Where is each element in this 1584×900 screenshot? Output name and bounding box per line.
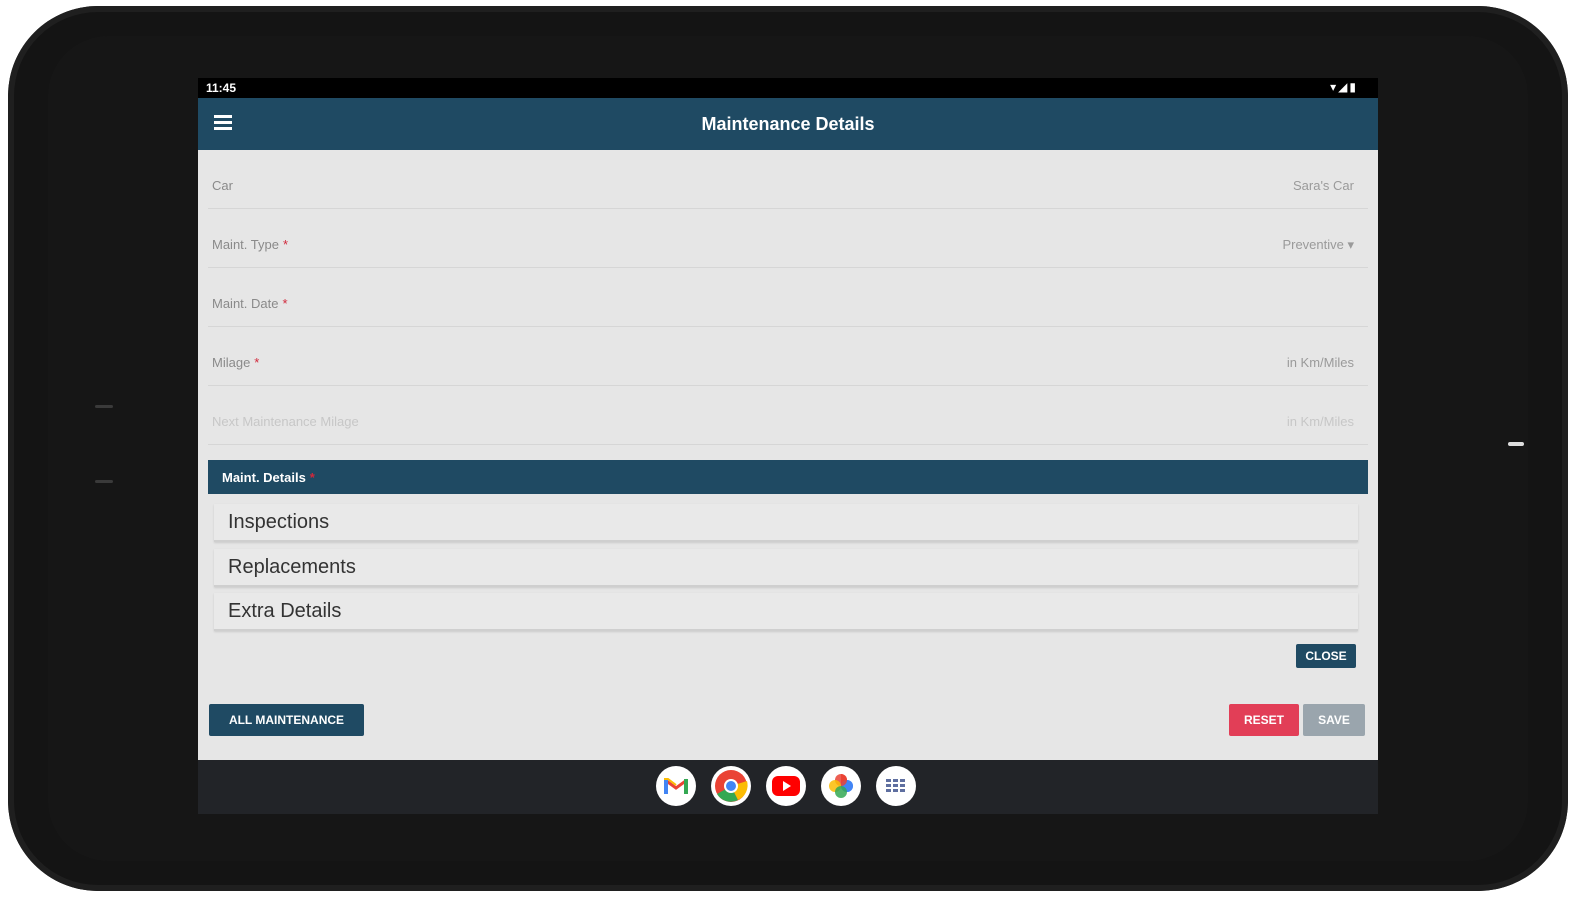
car-value: Sara's Car xyxy=(1292,178,1354,193)
chrome-icon[interactable] xyxy=(711,766,751,806)
app-drawer-icon[interactable] xyxy=(876,766,916,806)
maint-type-select[interactable]: Preventive ▾ xyxy=(1282,237,1354,253)
maintenance-form: Car Sara's Car Maint. Type * Preventive ▾… xyxy=(198,150,1378,445)
side-button-right xyxy=(1508,442,1524,446)
system-status-icons: ▾◢▮ xyxy=(1330,80,1358,94)
maint-date-field[interactable]: Maint. Date * xyxy=(208,268,1368,327)
accordion-label: Inspections xyxy=(228,511,330,533)
maint-type-field[interactable]: Maint. Type * Preventive ▾ xyxy=(208,209,1368,268)
save-button[interactable]: SAVE xyxy=(1303,704,1365,736)
accordion-extra-details[interactable]: Extra Details xyxy=(214,593,1358,631)
maint-type-label: Maint. Type * xyxy=(212,237,289,252)
maint-date-label: Maint. Date * xyxy=(212,296,288,311)
mileage-field[interactable]: Milage * in Km/Miles xyxy=(208,327,1368,386)
status-bar: 11:45 ▾◢▮ xyxy=(198,78,1378,98)
youtube-icon[interactable] xyxy=(766,766,806,806)
accordion-label: Replacements xyxy=(228,556,356,578)
all-maintenance-button[interactable]: ALL MAINTENANCE xyxy=(209,704,364,736)
next-mileage-input[interactable]: in Km/Miles xyxy=(1287,414,1354,429)
device-screen: 11:45 ▾◢▮ Maintenance Details Car Sara's… xyxy=(198,78,1378,814)
next-mileage-field[interactable]: Next Maintenance Milage in Km/Miles xyxy=(208,386,1368,445)
car-label: Car xyxy=(212,178,233,193)
side-button-left-2 xyxy=(95,480,113,483)
mileage-label: Milage * xyxy=(212,355,260,370)
car-field[interactable]: Car Sara's Car xyxy=(208,150,1368,209)
maint-details-header: Maint. Details * xyxy=(208,460,1368,494)
photos-icon[interactable] xyxy=(821,766,861,806)
close-button[interactable]: CLOSE xyxy=(1296,644,1356,668)
next-mileage-label: Next Maintenance Milage xyxy=(212,414,359,429)
accordion-inspections[interactable]: Inspections xyxy=(214,504,1358,542)
reset-button[interactable]: RESET xyxy=(1229,704,1299,736)
page-title: Maintenance Details xyxy=(701,114,875,134)
accordion-replacements[interactable]: Replacements xyxy=(214,549,1358,587)
mileage-input[interactable]: in Km/Miles xyxy=(1287,355,1354,370)
side-button-left-1 xyxy=(95,405,113,408)
gmail-icon[interactable] xyxy=(656,766,696,806)
system-nav-bar xyxy=(198,760,1378,814)
status-time: 11:45 xyxy=(206,81,237,95)
app-bar: Maintenance Details xyxy=(198,98,1378,150)
accordion-label: Extra Details xyxy=(228,600,342,622)
